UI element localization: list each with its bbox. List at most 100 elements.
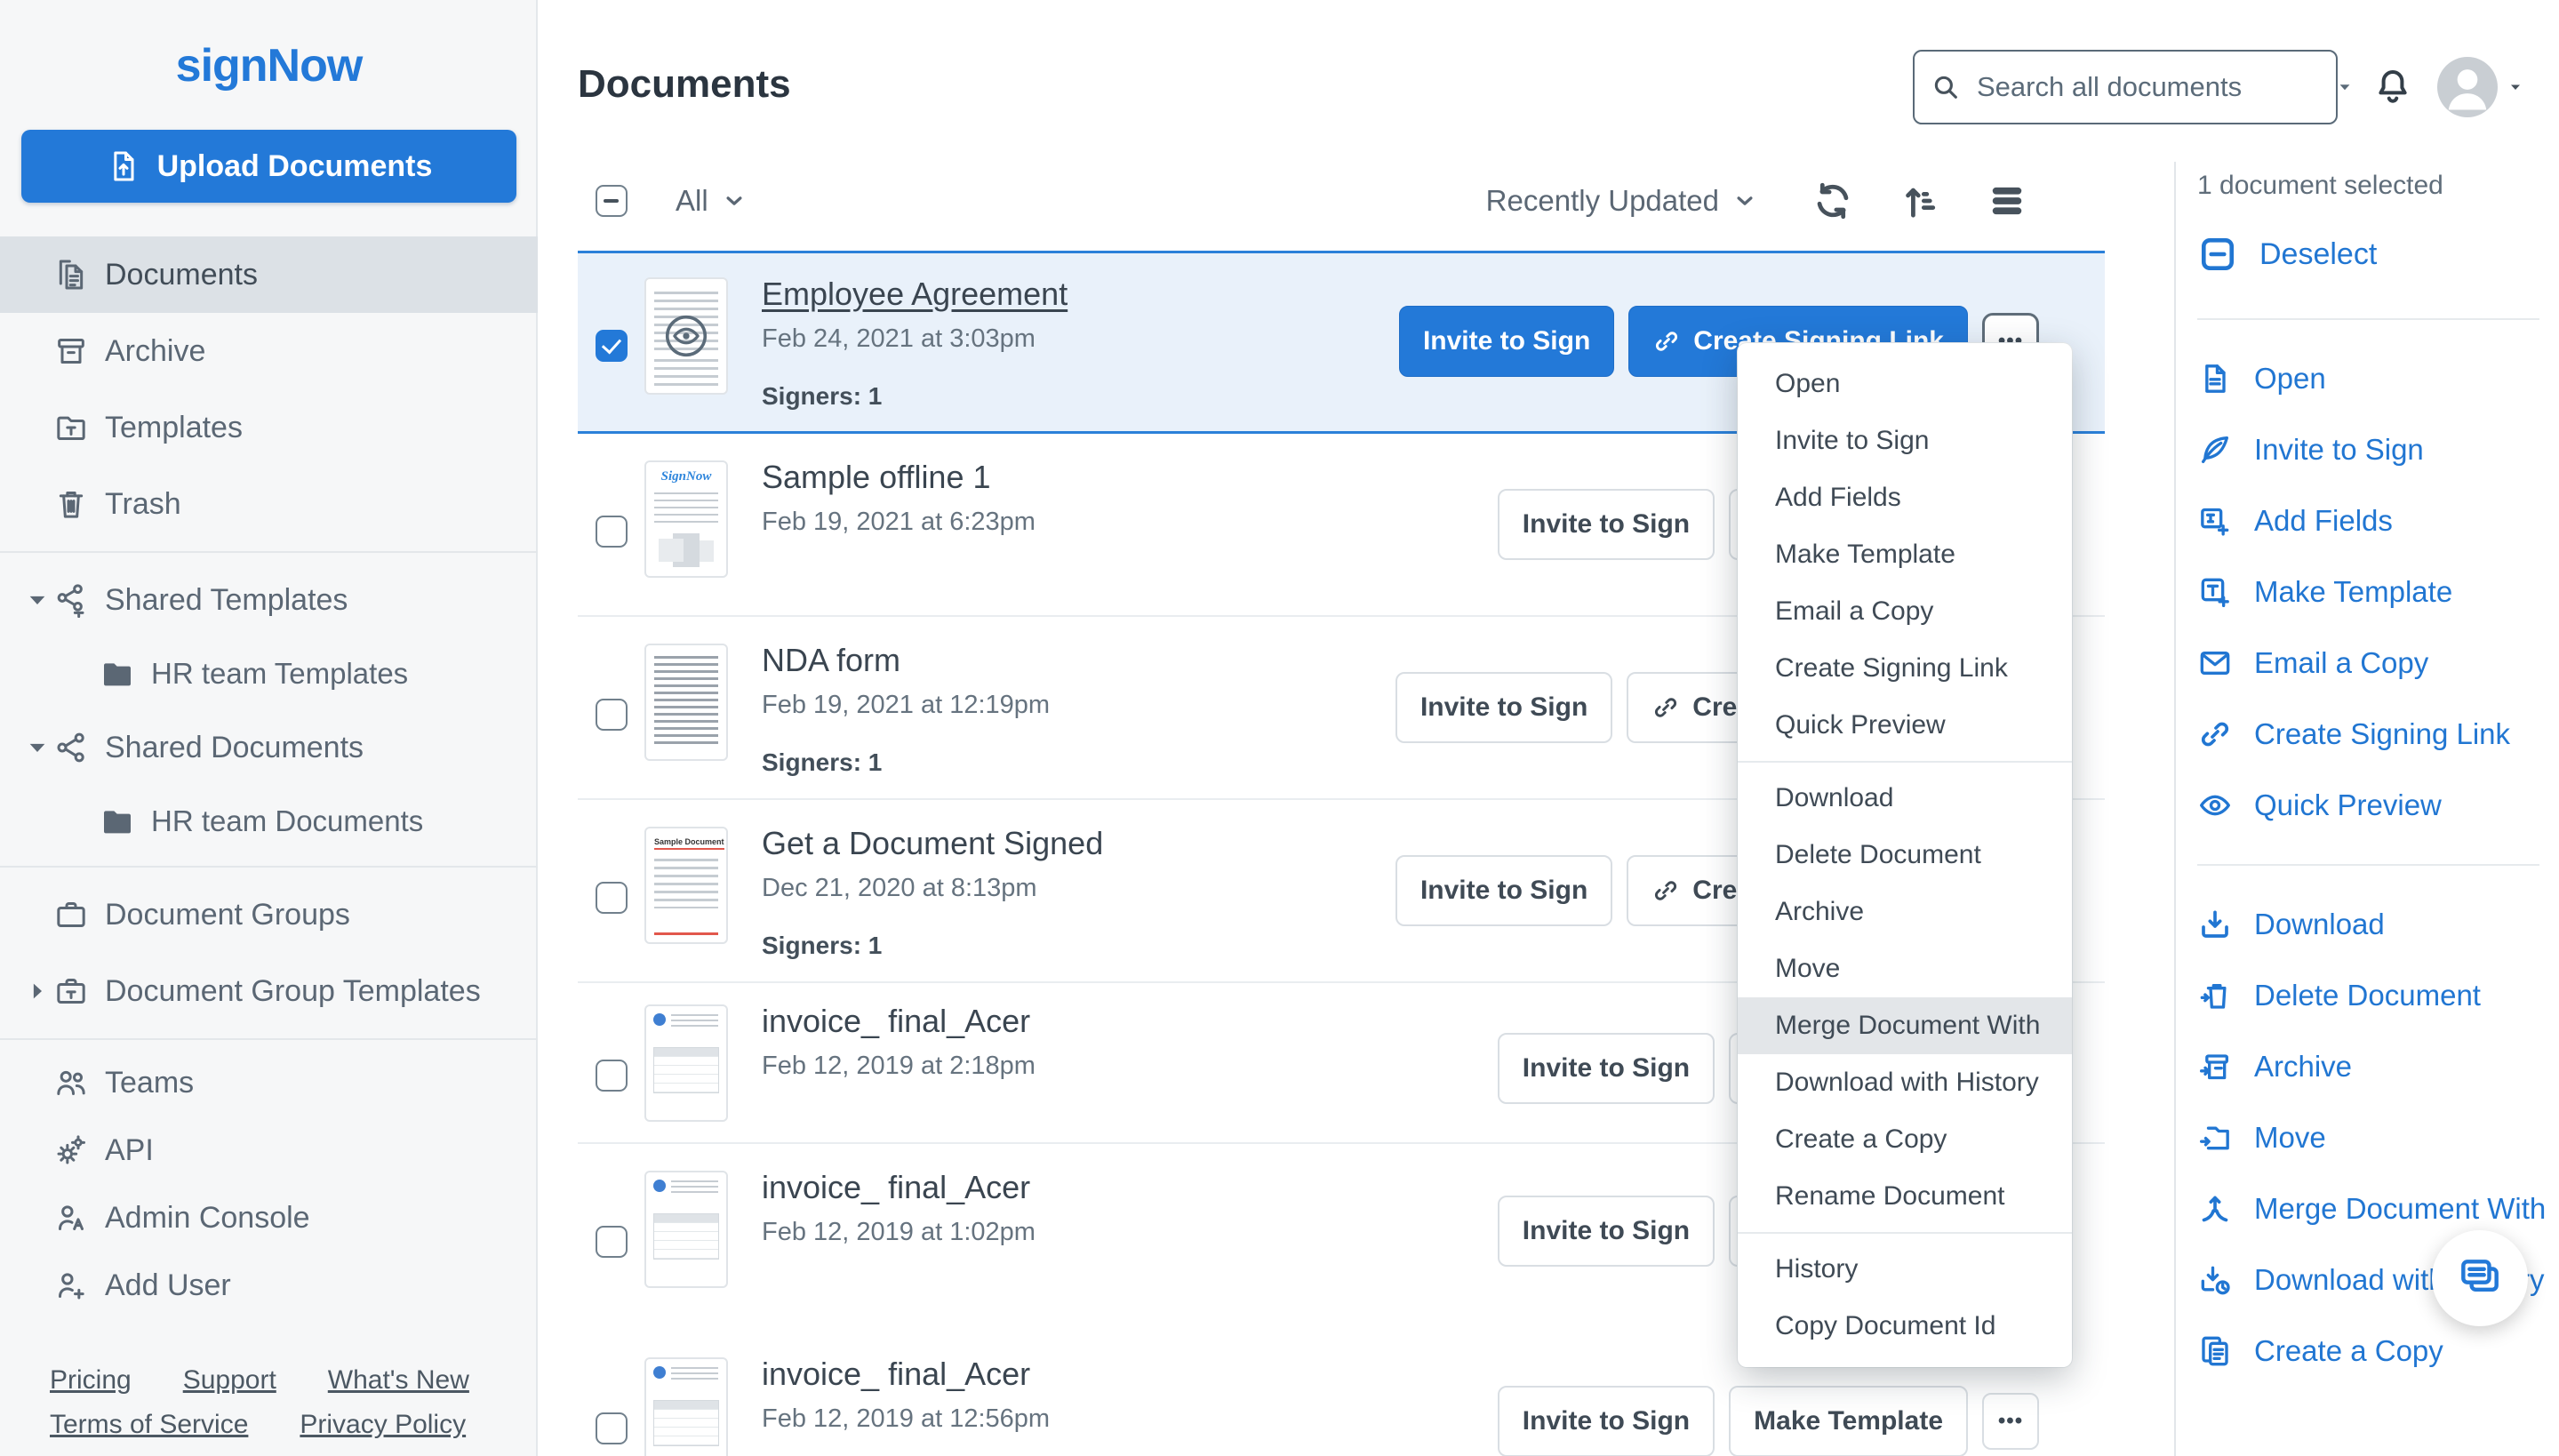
menu-item-create-a-copy[interactable]: Create a Copy: [1738, 1111, 2072, 1168]
panel-action-move[interactable]: Move: [2197, 1102, 2559, 1173]
sidebar-item-api[interactable]: API: [0, 1116, 538, 1184]
sidebar-item-documents[interactable]: Documents: [0, 236, 538, 313]
briefcase-icon: [53, 897, 89, 932]
document-thumbnail[interactable]: Sample Document: [644, 827, 728, 944]
row-checkbox[interactable]: [596, 330, 628, 362]
list-density-icon[interactable]: [1984, 178, 2030, 224]
sidebar-item-admin-console[interactable]: Admin Console: [0, 1184, 538, 1252]
sidebar-item-shared-documents[interactable]: Shared Documents: [0, 709, 538, 786]
menu-item-create-signing-link[interactable]: Create Signing Link: [1738, 640, 2072, 697]
search-scope-caret-icon[interactable]: [2333, 76, 2356, 99]
document-title[interactable]: Get a Document Signed: [762, 825, 1103, 862]
row-checkbox[interactable]: [596, 882, 628, 914]
panel-action-make-template[interactable]: Make Template: [2197, 556, 2559, 628]
menu-item-add-fields[interactable]: Add Fields: [1738, 469, 2072, 526]
document-title[interactable]: invoice_ final_Acer: [762, 1169, 1036, 1206]
document-thumbnail[interactable]: SignNow: [644, 460, 728, 578]
refresh-icon[interactable]: [1810, 178, 1856, 224]
document-thumbnail[interactable]: [644, 644, 728, 761]
row-checkbox[interactable]: [596, 1226, 628, 1258]
avatar[interactable]: [2437, 57, 2498, 117]
document-thumbnail[interactable]: [644, 1171, 728, 1288]
invite-to-sign-button[interactable]: Invite to Sign: [1395, 672, 1612, 743]
invite-to-sign-button[interactable]: Invite to Sign: [1498, 1033, 1715, 1104]
sidebar-item-document-group-templates[interactable]: Document Group Templates: [0, 953, 538, 1029]
invite-to-sign-button[interactable]: Invite to Sign: [1498, 1386, 1715, 1456]
menu-item-download-with-history[interactable]: Download with History: [1738, 1054, 2072, 1111]
panel-action-create-a-copy[interactable]: Create a Copy: [2197, 1316, 2559, 1387]
email-icon: [2197, 645, 2233, 681]
document-title[interactable]: Sample offline 1: [762, 459, 1036, 496]
menu-item-merge-document-with[interactable]: Merge Document With: [1738, 997, 2072, 1054]
footer-link-support[interactable]: Support: [183, 1365, 276, 1396]
footer-link-terms-of-service[interactable]: Terms of Service: [50, 1410, 248, 1440]
sidebar-item-teams[interactable]: Teams: [0, 1049, 538, 1116]
document-title[interactable]: Employee Agreement: [762, 276, 1068, 313]
teams-icon: [53, 1065, 89, 1100]
panel-action-email-a-copy[interactable]: Email a Copy: [2197, 628, 2559, 699]
make-template-button[interactable]: Make Template: [1729, 1386, 1968, 1456]
menu-item-history[interactable]: History: [1738, 1241, 2072, 1298]
search-input[interactable]: [1975, 70, 2333, 104]
chat-fab-button[interactable]: [2432, 1230, 2528, 1326]
sort-order-icon[interactable]: [1897, 178, 1943, 224]
sidebar-item-add-user[interactable]: Add User: [0, 1252, 538, 1319]
document-thumbnail[interactable]: [644, 1357, 728, 1456]
row-checkbox[interactable]: [596, 516, 628, 548]
menu-item-move[interactable]: Move: [1738, 940, 2072, 997]
panel-action-open[interactable]: Open: [2197, 343, 2559, 414]
footer-link-pricing[interactable]: Pricing: [50, 1365, 132, 1396]
panel-action-add-fields[interactable]: Add Fields: [2197, 485, 2559, 556]
sort-dropdown[interactable]: Recently Updated: [1486, 181, 1758, 220]
document-title[interactable]: NDA form: [762, 642, 1050, 679]
share-icon: [53, 730, 89, 765]
menu-item-make-template[interactable]: Make Template: [1738, 526, 2072, 583]
row-checkbox[interactable]: [596, 1412, 628, 1444]
menu-item-copy-document-id[interactable]: Copy Document Id: [1738, 1298, 2072, 1355]
notifications-bell-icon[interactable]: [2371, 64, 2414, 110]
panel-action-delete-document[interactable]: Delete Document: [2197, 960, 2559, 1031]
invite-to-sign-button[interactable]: Invite to Sign: [1399, 306, 1614, 377]
document-title[interactable]: invoice_ final_Acer: [762, 1356, 1050, 1393]
search-box[interactable]: [1913, 50, 2338, 124]
footer-link-what-s-new[interactable]: What's New: [328, 1365, 469, 1396]
document-thumbnail[interactable]: [644, 1004, 728, 1122]
upload-documents-button[interactable]: Upload Documents: [21, 130, 516, 203]
row-checkbox[interactable]: [596, 699, 628, 731]
panel-action-merge-document-with[interactable]: Merge Document With: [2197, 1173, 2559, 1244]
sidebar-item-archive[interactable]: Archive: [0, 313, 538, 389]
account-menu[interactable]: [2437, 57, 2526, 117]
sidebar-item-hr-team-templates[interactable]: HR team Templates: [0, 638, 538, 709]
document-title[interactable]: invoice_ final_Acer: [762, 1003, 1036, 1040]
sidebar-item-label: Teams: [105, 1066, 194, 1100]
filter-dropdown[interactable]: All: [676, 181, 748, 220]
menu-item-delete-document[interactable]: Delete Document: [1738, 827, 2072, 884]
panel-action-archive[interactable]: Archive: [2197, 1031, 2559, 1102]
panel-action-quick-preview[interactable]: Quick Preview: [2197, 770, 2559, 841]
sidebar-item-trash[interactable]: Trash: [0, 466, 538, 542]
sidebar-item-document-groups[interactable]: Document Groups: [0, 876, 538, 953]
footer-link-privacy-policy[interactable]: Privacy Policy: [300, 1410, 466, 1440]
select-all-checkbox[interactable]: [596, 185, 628, 217]
invite-to-sign-button[interactable]: Invite to Sign: [1498, 489, 1715, 560]
menu-item-rename-document[interactable]: Rename Document: [1738, 1168, 2072, 1225]
panel-action-invite-to-sign[interactable]: Invite to Sign: [2197, 414, 2559, 485]
document-thumbnail[interactable]: [644, 277, 728, 395]
panel-action-create-signing-link[interactable]: Create Signing Link: [2197, 699, 2559, 770]
invite-to-sign-button[interactable]: Invite to Sign: [1498, 1196, 1715, 1267]
row-checkbox[interactable]: [596, 1060, 628, 1092]
panel-action-download[interactable]: Download: [2197, 889, 2559, 960]
sidebar-item-shared-templates[interactable]: Shared Templates: [0, 562, 538, 638]
menu-item-download[interactable]: Download: [1738, 770, 2072, 827]
sidebar-item-templates[interactable]: Templates: [0, 389, 538, 466]
menu-item-open[interactable]: Open: [1738, 356, 2072, 412]
menu-item-archive[interactable]: Archive: [1738, 884, 2072, 940]
menu-item-quick-preview[interactable]: Quick Preview: [1738, 697, 2072, 754]
menu-item-email-a-copy[interactable]: Email a Copy: [1738, 583, 2072, 640]
menu-item-invite-to-sign[interactable]: Invite to Sign: [1738, 412, 2072, 469]
more-actions-button[interactable]: •••: [1982, 1393, 2039, 1450]
invite-to-sign-button[interactable]: Invite to Sign: [1395, 855, 1612, 926]
panel-action-deselect[interactable]: Deselect: [2197, 213, 2559, 295]
sidebar-item-hr-team-documents[interactable]: HR team Documents: [0, 786, 538, 857]
list-toolbar: All Recently Updated: [578, 171, 2105, 235]
